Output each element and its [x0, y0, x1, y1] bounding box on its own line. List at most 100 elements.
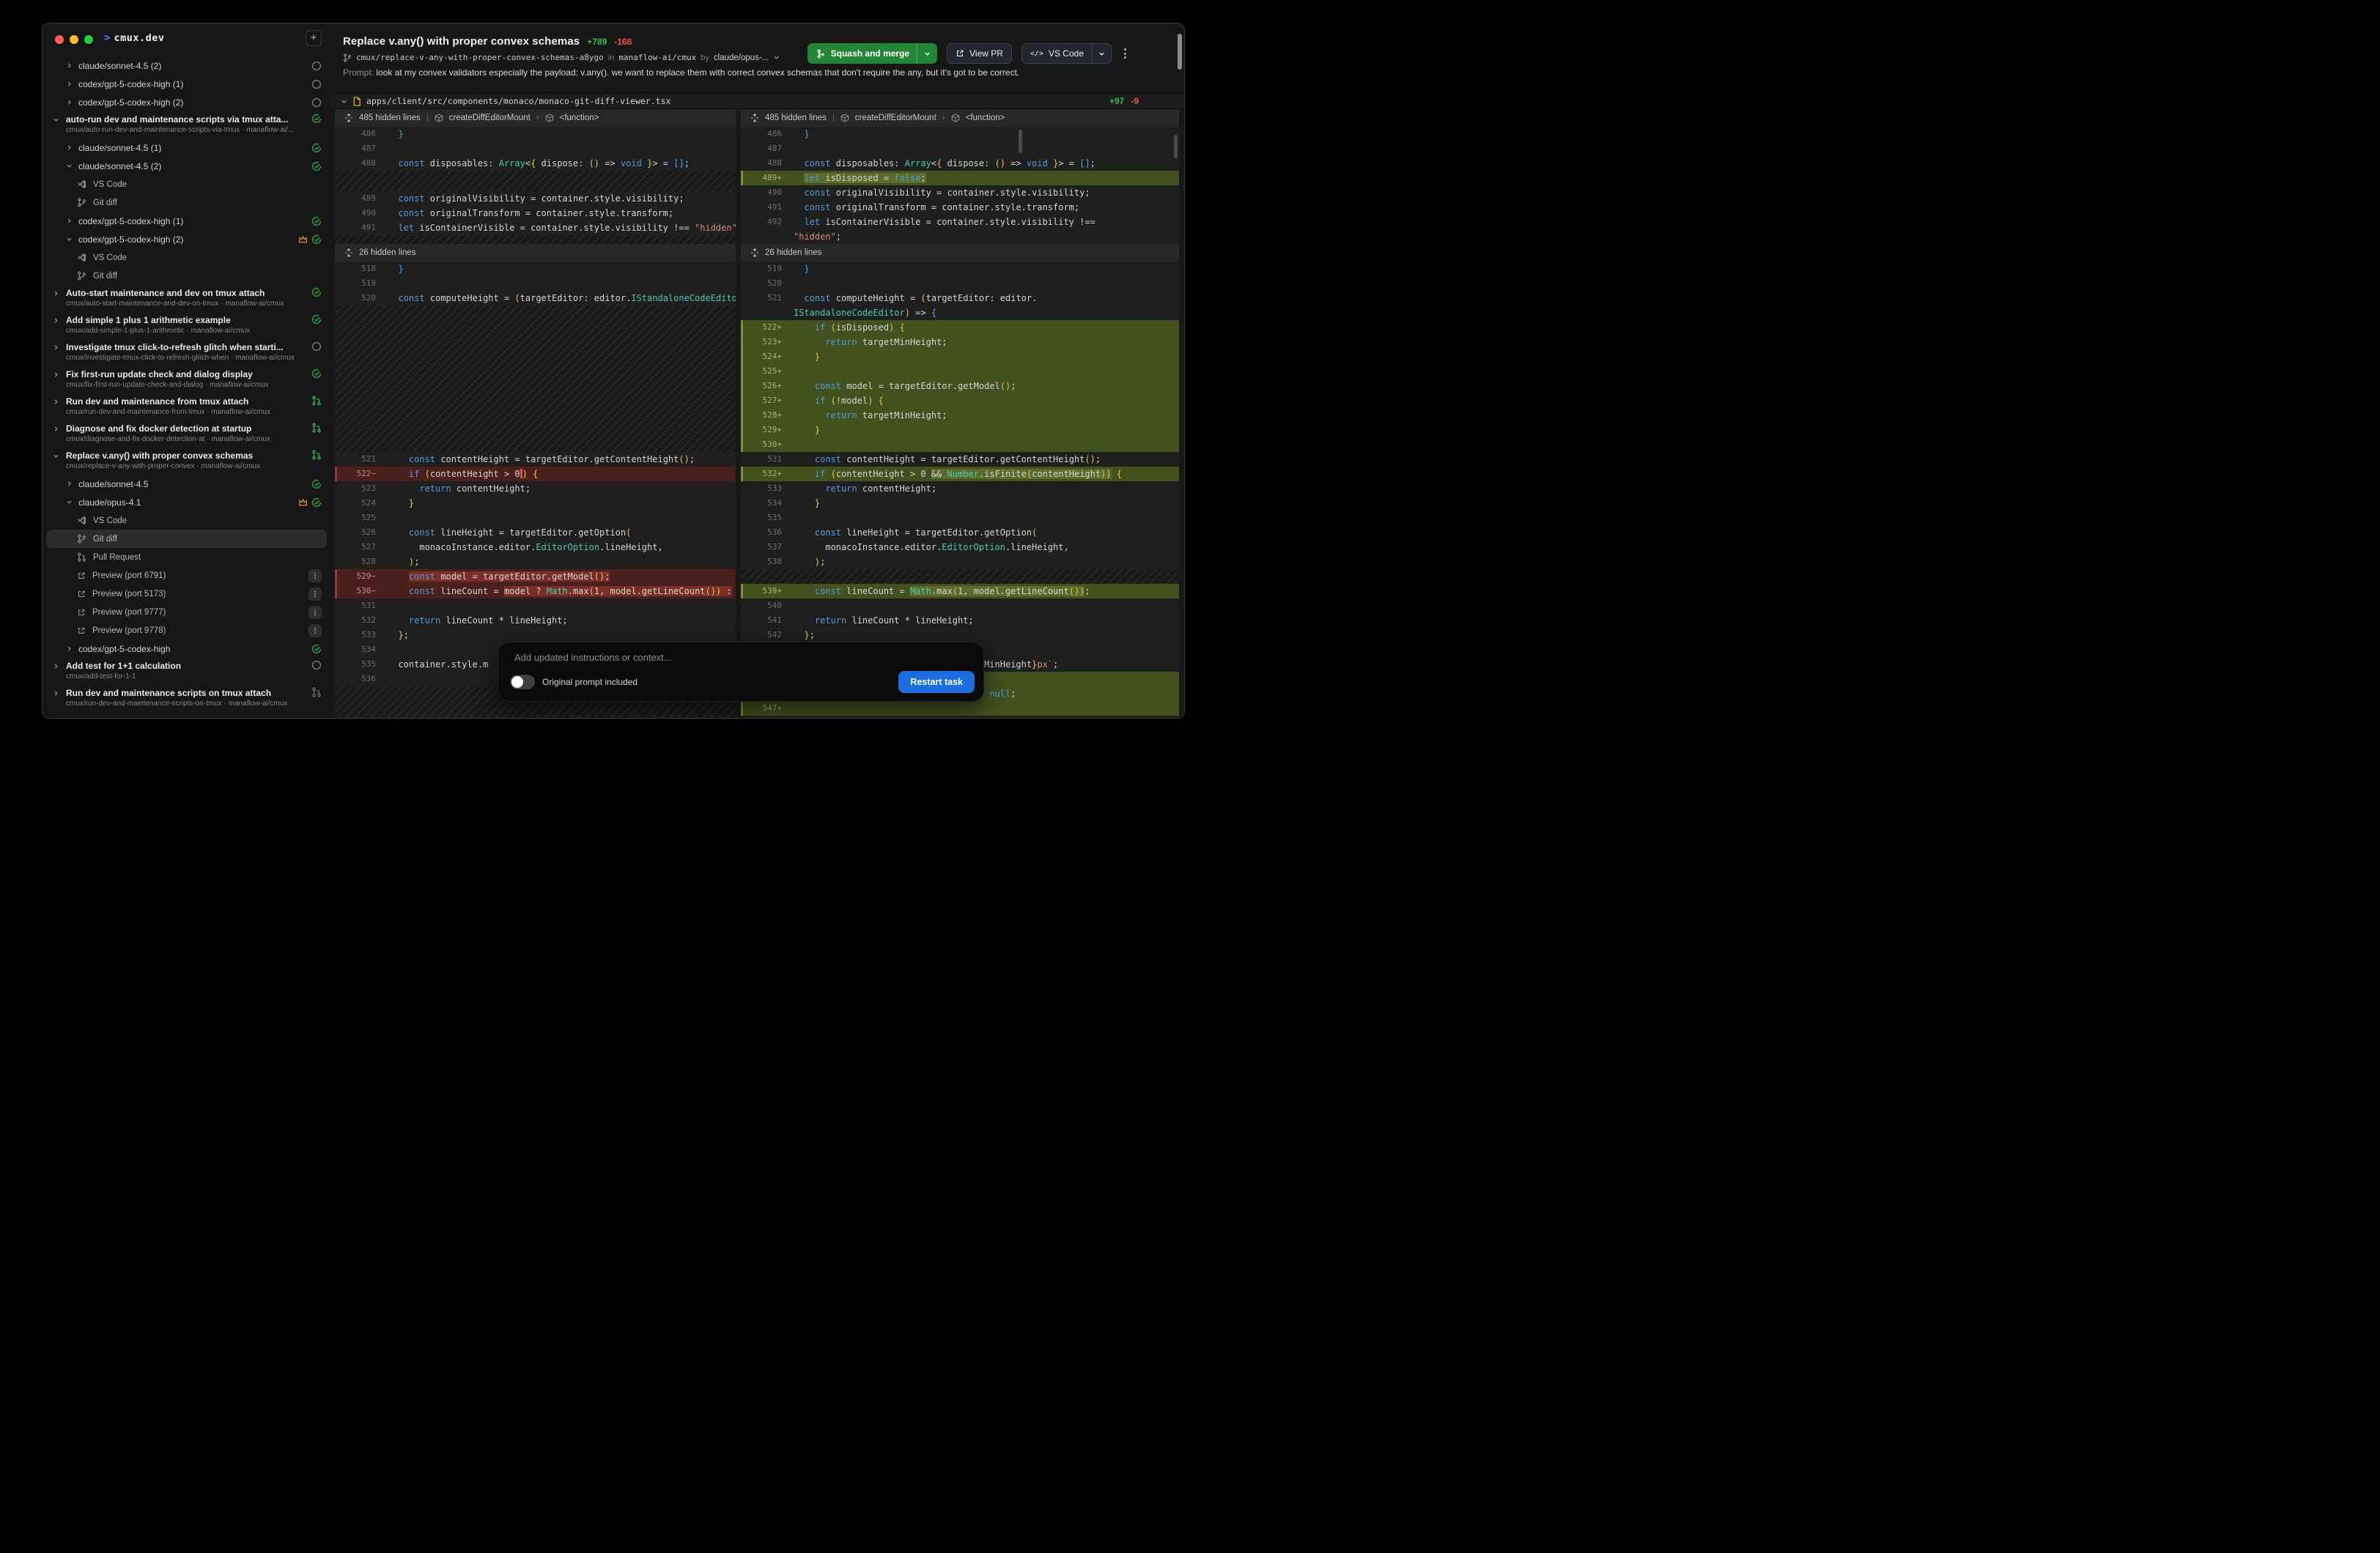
vscode-button[interactable]: </> VS Code [1021, 43, 1112, 64]
kebab-menu-button[interactable] [308, 588, 322, 601]
chevron-right-icon[interactable] [53, 399, 59, 405]
sidebar-item-vs-code[interactable]: VS Code [42, 248, 330, 267]
new-task-button[interactable]: + [306, 30, 322, 46]
left-pane-scrollbar[interactable] [1019, 130, 1022, 153]
hidden-lines-bar[interactable]: 485 hidden lines|createDiffEditorMount›<… [741, 109, 1179, 127]
kebab-menu-button[interactable] [308, 624, 322, 637]
diff-line: 531 [335, 598, 736, 613]
sidebar-item-task[interactable]: Fix first-run update check and dialog di… [42, 366, 330, 393]
kebab-menu-button[interactable] [308, 569, 322, 582]
sidebar-item-task[interactable]: Auto-start maintenance and dev on tmux a… [42, 285, 330, 312]
file-header[interactable]: apps/client/src/components/monaco/monaco… [330, 93, 1184, 109]
line-number: 486 [335, 127, 388, 141]
sidebar-item-branch[interactable]: codex/gpt-5-codex-high (2) [42, 93, 330, 111]
line-number: 486 [741, 127, 794, 141]
hidden-lines-bar[interactable]: 485 hidden lines|createDiffEditorMount›<… [335, 109, 736, 127]
kebab-menu-button[interactable] [308, 606, 322, 619]
sidebar-item-preview-port-9777[interactable]: Preview (port 9777) [42, 603, 330, 621]
sidebar-item-branch[interactable]: claude/opus-4.1 [42, 493, 330, 511]
expand-icon[interactable] [750, 248, 759, 257]
chevron-down-icon[interactable] [66, 236, 73, 242]
chevron-right-icon[interactable] [66, 218, 73, 224]
squash-and-merge-button[interactable]: Squash and merge [808, 43, 937, 64]
chevron-right-icon[interactable] [53, 663, 59, 670]
chevron-down-icon[interactable] [53, 453, 59, 459]
chevron-right-icon[interactable] [66, 99, 73, 105]
diff-pane-original: 485 hidden lines|createDiffEditorMount›<… [335, 109, 736, 718]
chevron-right-icon[interactable] [53, 290, 59, 297]
sidebar-item-pull-request[interactable]: Pull Request [42, 548, 330, 566]
more-actions-button[interactable] [1121, 45, 1129, 62]
sidebar-item-task[interactable]: Add test for 1+1 calculationcmux/add-tes… [42, 658, 330, 685]
vscode-options-chevron[interactable] [1093, 51, 1111, 57]
sidebar-item-branch[interactable]: claude/sonnet-4.5 (2) [42, 56, 330, 75]
chevron-down-icon[interactable] [66, 163, 73, 169]
sidebar-item-branch[interactable]: codex/gpt-5-codex-high (1) [42, 75, 330, 93]
chevron-right-icon[interactable] [66, 481, 73, 487]
sidebar-item-branch[interactable]: codex/gpt-5-codex-high (1) [42, 212, 330, 230]
sidebar-item-vs-code[interactable]: VS Code [42, 511, 330, 530]
sidebar-item-vs-code[interactable]: VS Code [42, 175, 330, 193]
collapse-chevron-icon[interactable] [341, 98, 347, 105]
chevron-right-icon[interactable] [66, 62, 73, 69]
sidebar-item-branch[interactable]: codex/gpt-5-codex-high (2) [42, 230, 330, 248]
branch-label: codex/gpt-5-codex-high (1) [78, 79, 183, 89]
status-pending-icon [311, 660, 322, 670]
hidden-lines-bar[interactable]: 26 hidden lines [741, 244, 1179, 262]
expand-icon[interactable] [344, 248, 353, 257]
diff-line: 523+ return targetMinHeight; [741, 335, 1179, 349]
sidebar-item-git-diff[interactable]: Git diff [42, 267, 330, 285]
chevron-right-icon[interactable] [53, 317, 59, 324]
hidden-lines-bar[interactable]: 26 hidden lines [335, 244, 736, 262]
diff-line: 528 ); [335, 555, 736, 569]
chevron-right-icon[interactable] [53, 426, 59, 432]
minimize-button[interactable] [70, 35, 78, 44]
merge-options-chevron[interactable] [917, 51, 937, 57]
sidebar-item-branch[interactable]: claude/sonnet-4.5 [42, 475, 330, 493]
view-pr-button[interactable]: View PR [947, 43, 1012, 64]
close-button[interactable] [55, 35, 64, 44]
repo-name[interactable]: manaflow-ai/cmux [618, 53, 696, 62]
sidebar-item-git-diff[interactable]: Git diff [46, 530, 327, 548]
window-scrollbar[interactable] [1178, 34, 1182, 70]
sidebar-item-git-diff[interactable]: Git diff [42, 193, 330, 212]
original-prompt-toggle[interactable] [510, 675, 535, 689]
restart-task-button[interactable]: Restart task [898, 671, 975, 693]
diff-line: 519 [335, 276, 736, 291]
sidebar-item-branch[interactable]: claude/sonnet-4.5 (2) [42, 157, 330, 175]
sidebar-item-task[interactable]: Run dev and maintenance from tmux attach… [42, 393, 330, 420]
line-number: 521 [335, 452, 388, 467]
right-pane-scrollbar[interactable] [1174, 135, 1178, 158]
sidebar-item-task[interactable]: Replace v.any() with proper convex schem… [42, 448, 330, 475]
branch-name[interactable]: cmux/replace-v-any-with-proper-convex-sc… [356, 53, 604, 62]
chevron-right-icon[interactable] [66, 81, 73, 87]
zoom-button[interactable] [84, 35, 93, 44]
sidebar-item-task[interactable]: Diagnose and fix docker detection at sta… [42, 420, 330, 448]
sidebar-item-branch[interactable]: codex/gpt-5-codex-high [42, 640, 330, 658]
chevron-right-icon[interactable] [66, 645, 73, 652]
line-number: 489 [335, 191, 388, 206]
sidebar-item-task[interactable]: Run dev and maintenance scripts on tmux … [42, 685, 330, 712]
sidebar-item-preview-port-9778[interactable]: Preview (port 9778) [42, 621, 330, 640]
chevron-down-icon[interactable] [773, 54, 780, 61]
agent-name[interactable]: claude/opus-... [714, 53, 769, 62]
chevron-down-icon[interactable] [66, 499, 73, 505]
symbol-icon [545, 114, 554, 122]
expand-icon[interactable] [750, 114, 759, 122]
expand-icon[interactable] [344, 114, 353, 122]
branch-icon [343, 53, 352, 62]
sidebar-item-task[interactable]: Add simple 1 plus 1 arithmetic examplecm… [42, 312, 330, 339]
sidebar-item-task[interactable]: Investigate tmux click-to-refresh glitch… [42, 339, 330, 366]
chevron-right-icon[interactable] [53, 344, 59, 351]
chevron-right-icon[interactable] [53, 371, 59, 378]
chevron-right-icon[interactable] [66, 144, 73, 151]
sidebar-item-preview-port-6791[interactable]: Preview (port 6791) [42, 566, 330, 585]
branch-label: claude/sonnet-4.5 (1) [78, 143, 161, 153]
chevron-down-icon[interactable] [53, 116, 59, 123]
instructions-input[interactable]: Add updated instructions or context... [514, 652, 672, 663]
sidebar-item-task[interactable]: auto-run dev and maintenance scripts via… [42, 111, 330, 138]
sidebar-item-branch[interactable]: claude/sonnet-4.5 (1) [42, 138, 330, 157]
sidebar-item-preview-port-5173[interactable]: Preview (port 5173) [42, 585, 330, 603]
chevron-right-icon[interactable] [53, 690, 59, 697]
diff-line: 526+ const model = targetEditor.getModel… [741, 379, 1179, 393]
